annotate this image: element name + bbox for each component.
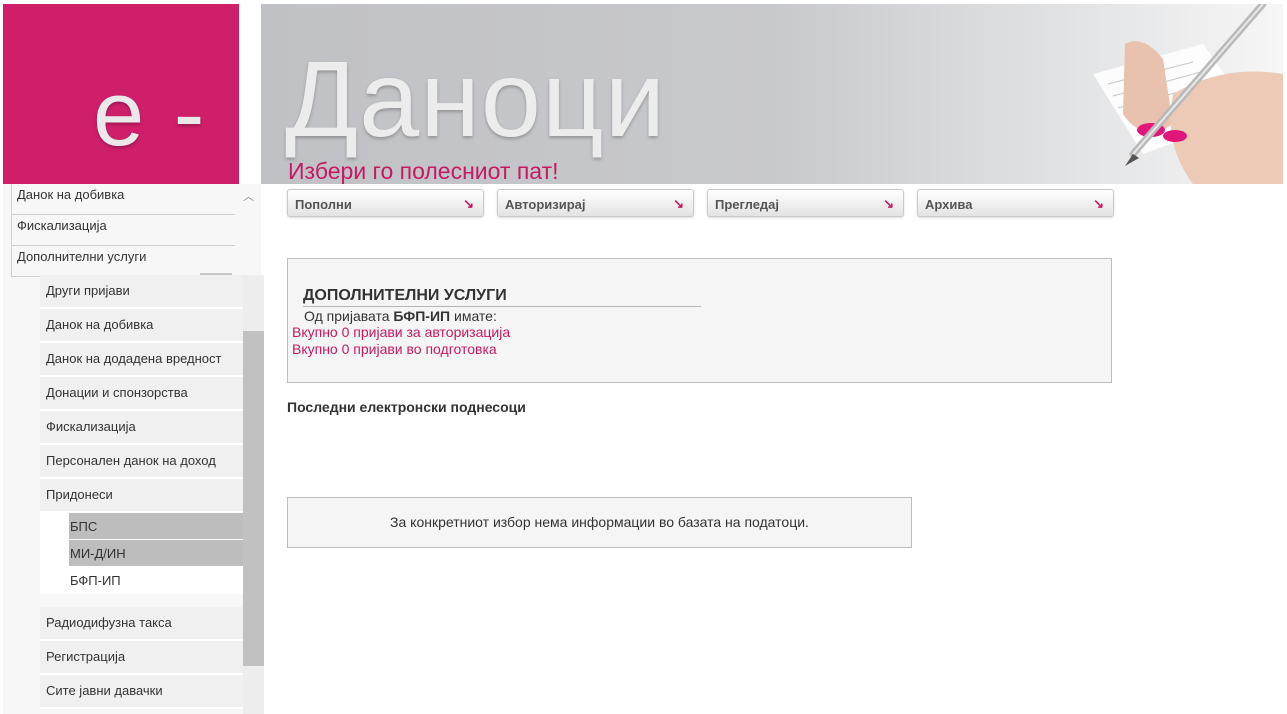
panel-title: ДОПОЛНИТЕЛНИ УСЛУГИ <box>303 287 701 307</box>
sidebar-item-radiodifuzna-taksa[interactable]: Радиодифузна такса <box>40 607 243 641</box>
sidebar-scroll-thumb[interactable] <box>243 331 264 666</box>
sidebar-item-registracija[interactable]: Регистрација <box>40 641 243 675</box>
page: e - Даноци Избери го полесниот пат! Дано… <box>0 0 1287 714</box>
logo-text: e - <box>93 63 207 165</box>
summary-panel: ДОПОЛНИТЕЛНИ УСЛУГИ Од пријавата БФП-ИП … <box>287 258 1112 383</box>
hand-with-pen-illustration <box>1093 4 1283 184</box>
arrow-down-right-icon: ↘ <box>463 196 474 211</box>
subtitle-prefix: Од пријавата <box>304 308 390 324</box>
nav-arhiva-button[interactable]: Архива ↘ <box>917 189 1114 217</box>
nav-avtoriziraj-button[interactable]: Авторизирај ↘ <box>497 189 694 217</box>
scroll-up-chevron-icon[interactable]: ︿ <box>243 188 254 204</box>
banner-tagline: Избери го полесниот пат! <box>288 158 559 184</box>
pridonesi-children: БПС МИ-Д/ИН БФП-ИП <box>40 513 243 594</box>
preparation-count-link[interactable]: Вкупно 0 пријави во подготовка <box>292 341 497 357</box>
banner-title: Даноци <box>285 38 667 159</box>
arrow-down-right-icon: ↘ <box>883 196 894 211</box>
sidebar-item-site-javni-davachki[interactable]: Сите јавни давачки <box>40 675 243 709</box>
nav-popolni-button[interactable]: Пополни ↘ <box>287 189 484 217</box>
sidebar-item-ddv[interactable]: Данок на додадена вредност <box>40 343 243 377</box>
top-menu-item[interactable]: Данок на добивка <box>12 184 235 215</box>
sidebar-item-danok-na-dobivka[interactable]: Данок на добивка <box>40 309 243 343</box>
arrow-down-right-icon: ↘ <box>673 196 684 211</box>
top-menu-item[interactable]: Фискализација <box>12 215 235 246</box>
top-menu-list: Данок на добивка Фискализација Дополните… <box>11 184 235 277</box>
subtitle-suffix: имате: <box>454 308 497 324</box>
top-menu-scrollbar[interactable]: ︿ <box>240 184 261 276</box>
nav-button-label: Авторизирај <box>505 197 586 212</box>
sidebar-item-pridonesi[interactable]: Придонеси <box>40 479 243 513</box>
recent-submissions-heading: Последни електронски поднесоци <box>287 399 526 415</box>
sidebar-scrollbar[interactable] <box>243 275 264 714</box>
authorization-count-link[interactable]: Вкупно 0 пријави за авторизација <box>292 324 510 340</box>
sidebar-item-bps[interactable]: БПС <box>69 513 243 540</box>
sidebar-item-fiskalizacija[interactable]: Фискализација <box>40 411 243 445</box>
sidebar: Данок на добивка Фискализација Дополните… <box>3 184 264 714</box>
panel-subtitle: Од пријавата БФП-ИП имате: <box>304 308 497 324</box>
nav-pregledaj-button[interactable]: Прегледај ↘ <box>707 189 904 217</box>
sidebar-item-mi-d-in[interactable]: МИ-Д/ИН <box>69 540 243 567</box>
sidebar-item-drugi-prijavi[interactable]: Други пријави <box>40 275 243 309</box>
empty-info-box: За конкретниот избор нема информации во … <box>287 497 912 548</box>
sidebar-item-bfp-ip[interactable]: БФП-ИП <box>69 567 243 594</box>
sidebar-item-personalen-danok[interactable]: Персонален данок на доход <box>40 445 243 479</box>
form-name: БФП-ИП <box>393 308 451 324</box>
arrow-down-right-icon: ↘ <box>1093 196 1104 211</box>
nav-button-label: Прегледај <box>715 197 780 212</box>
site-logo[interactable]: e - <box>3 4 239 184</box>
header-banner: Даноци Избери го полесниот пат! <box>261 4 1283 184</box>
empty-message: За конкретниот избор нема информации во … <box>390 514 809 530</box>
nav-button-label: Пополни <box>295 197 352 212</box>
nav-button-label: Архива <box>925 197 973 212</box>
sub-menu-list: Други пријави Данок на добивка Данок на … <box>40 275 243 709</box>
sidebar-item-donacii[interactable]: Донации и спонзорства <box>40 377 243 411</box>
